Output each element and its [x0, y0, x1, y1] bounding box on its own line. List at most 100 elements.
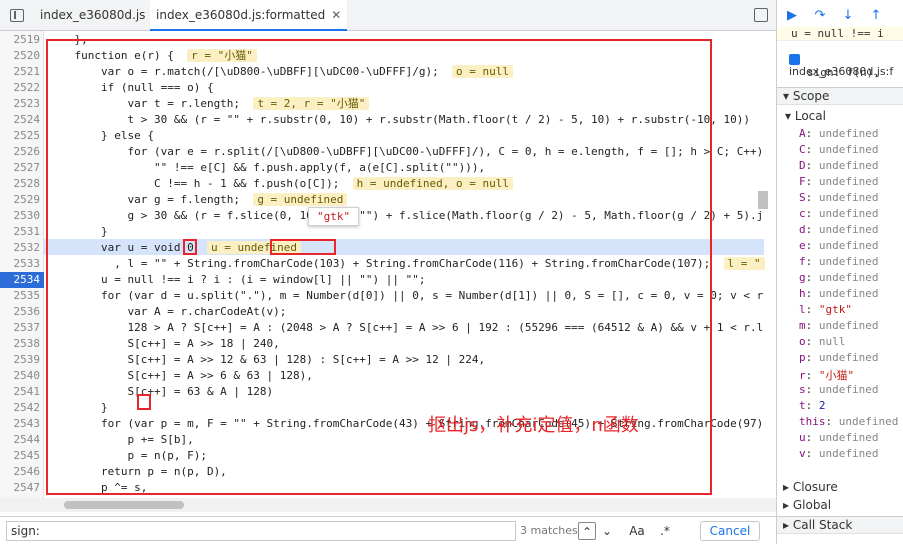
- line-number[interactable]: 2535: [0, 288, 41, 304]
- variable-name: e: [799, 239, 806, 252]
- line-number[interactable]: 2533: [0, 256, 41, 272]
- line-number-gutter[interactable]: 2519 2520 2521 2522 2523 2524 2525 2526 2527 2528…: [0, 31, 44, 498]
- previous-match-button[interactable]: ⌃: [578, 522, 596, 540]
- toggle-debugger-icon[interactable]: [754, 8, 768, 22]
- line-number[interactable]: 2541: [0, 384, 41, 400]
- local-variable[interactable]: e: undefined: [799, 239, 878, 252]
- variable-value: undefined: [838, 415, 899, 428]
- line-number[interactable]: 2539: [0, 352, 41, 368]
- line-number[interactable]: 2530: [0, 208, 41, 224]
- global-scope[interactable]: ▸ Global: [783, 498, 831, 512]
- regex-button[interactable]: .*: [656, 522, 674, 540]
- variable-value: 2: [818, 399, 826, 412]
- line-number[interactable]: 2544: [0, 432, 41, 448]
- local-variable[interactable]: v: undefined: [799, 447, 878, 460]
- local-variable[interactable]: s: undefined: [799, 383, 878, 396]
- local-variable[interactable]: o: null: [799, 335, 845, 348]
- breakpoint-checkbox[interactable]: [789, 53, 800, 65]
- call-stack-section-header[interactable]: ▸ Call Stack: [777, 516, 903, 534]
- line-number[interactable]: 2545: [0, 448, 41, 464]
- local-title: Local: [794, 109, 826, 123]
- line-number[interactable]: 2526: [0, 144, 41, 160]
- local-variable[interactable]: u: undefined: [799, 431, 878, 444]
- code-editor[interactable]: 2519 2520 2521 2522 2523 2524 2525 2526 2527 2528…: [0, 31, 776, 498]
- watch-expression[interactable]: u = null !== i: [777, 27, 903, 41]
- local-scope-header[interactable]: ▾ Local: [785, 109, 826, 123]
- line-number[interactable]: 2522: [0, 80, 41, 96]
- line-number[interactable]: 2528: [0, 176, 41, 192]
- line-number[interactable]: 2531: [0, 224, 41, 240]
- line-number[interactable]: 2534: [0, 272, 44, 288]
- search-input-value: sign:: [11, 524, 40, 538]
- horizontal-scrollbar-thumb[interactable]: [64, 501, 184, 509]
- local-variable[interactable]: f: undefined: [799, 255, 878, 268]
- local-variable[interactable]: d: undefined: [799, 223, 878, 236]
- variable-name: v: [799, 447, 806, 460]
- line-number[interactable]: 2524: [0, 112, 41, 128]
- variable-value: undefined: [818, 127, 879, 140]
- search-input[interactable]: sign:: [6, 521, 516, 541]
- local-variable[interactable]: C: undefined: [799, 143, 878, 156]
- local-variable[interactable]: m: undefined: [799, 319, 878, 332]
- line-number[interactable]: 2521: [0, 64, 41, 80]
- closure-scope[interactable]: ▸ Closure: [783, 480, 838, 494]
- local-variable[interactable]: g: undefined: [799, 271, 878, 284]
- variable-name: g: [799, 271, 806, 284]
- next-match-button[interactable]: ⌄: [598, 522, 616, 540]
- variable-separator: :: [805, 447, 819, 460]
- step-into-icon[interactable]: ↓: [839, 8, 857, 24]
- variable-name: r: [799, 369, 806, 382]
- variable-name: f: [799, 255, 806, 268]
- line-number[interactable]: 2519: [0, 32, 41, 48]
- variable-separator: :: [805, 223, 819, 236]
- variable-separator: :: [805, 255, 819, 268]
- local-variable[interactable]: c: undefined: [799, 207, 878, 220]
- line-number[interactable]: 2536: [0, 304, 41, 320]
- step-out-icon[interactable]: ↑: [867, 8, 885, 24]
- vertical-scrollbar-thumb[interactable]: [758, 191, 768, 209]
- line-number[interactable]: 2538: [0, 336, 41, 352]
- close-icon[interactable]: ✕: [331, 8, 341, 22]
- horizontal-scrollbar[interactable]: [0, 498, 776, 512]
- variable-value: undefined: [818, 319, 879, 332]
- line-number[interactable]: 2532: [0, 240, 41, 256]
- match-case-button[interactable]: Aa: [628, 522, 646, 540]
- local-variable[interactable]: D: undefined: [799, 159, 878, 172]
- local-variable[interactable]: F: undefined: [799, 175, 878, 188]
- cancel-button[interactable]: Cancel: [700, 521, 760, 541]
- resume-icon[interactable]: ▶: [783, 8, 801, 24]
- variable-separator: :: [805, 319, 819, 332]
- local-variable[interactable]: r: "小猫": [799, 367, 854, 383]
- line-number[interactable]: 2537: [0, 320, 41, 336]
- annotation-box-n: [137, 394, 151, 410]
- variable-value: undefined: [818, 175, 879, 188]
- line-number[interactable]: 2547: [0, 480, 41, 496]
- line-number[interactable]: 2540: [0, 368, 41, 384]
- toggle-navigator-icon[interactable]: [10, 9, 24, 22]
- local-variable[interactable]: p: undefined: [799, 351, 878, 364]
- tab-index-js-formatted[interactable]: index_e36080d.js:formatted ✕: [150, 0, 348, 31]
- line-number[interactable]: 2543: [0, 416, 41, 432]
- local-variable[interactable]: A: undefined: [799, 127, 878, 140]
- local-variable[interactable]: S: undefined: [799, 191, 878, 204]
- local-variable[interactable]: h: undefined: [799, 287, 878, 300]
- line-number[interactable]: 2546: [0, 464, 41, 480]
- line-number[interactable]: 2542: [0, 400, 41, 416]
- variable-value: undefined: [818, 431, 879, 444]
- variable-value: undefined: [818, 351, 879, 364]
- local-variable[interactable]: l: "gtk": [799, 303, 852, 316]
- line-number[interactable]: 2525: [0, 128, 41, 144]
- line-number[interactable]: 2529: [0, 192, 41, 208]
- variable-name: l: [799, 303, 806, 316]
- scope-section-header[interactable]: ▾ Scope: [777, 87, 903, 105]
- tab-index-js[interactable]: index_e36080d.js: [34, 0, 151, 31]
- variable-value: undefined: [818, 223, 879, 236]
- line-number[interactable]: 2520: [0, 48, 41, 64]
- line-number[interactable]: 2527: [0, 160, 41, 176]
- local-variable[interactable]: t: 2: [799, 399, 826, 412]
- line-number[interactable]: 2523: [0, 96, 41, 112]
- variable-name: o: [799, 335, 806, 348]
- step-over-icon[interactable]: ↷: [811, 8, 829, 24]
- local-variable[interactable]: this: undefined: [799, 415, 898, 428]
- variable-separator: :: [805, 207, 819, 220]
